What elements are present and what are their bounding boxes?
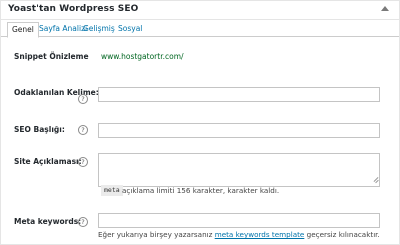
seo-title-input[interactable] [98,123,380,138]
tab-gelismis[interactable]: Gelişmiş [83,24,115,33]
metabox-title: Yoast'tan Wordpress SEO [8,4,139,14]
focus-keyword-input[interactable] [98,87,380,102]
seo-title-label: SEO Başlığı: [14,125,65,134]
meta-keywords-note-after: geçersiz kılınacaktır. [304,230,380,239]
meta-keywords-input[interactable] [98,213,380,228]
meta-keywords-label: Meta keywords: [14,217,82,226]
textarea-resize-icon[interactable] [372,176,379,183]
tab-genel[interactable]: Genel [7,22,39,38]
snippet-preview-url: www.hostgatortr.com/ [101,52,184,61]
metabox-header: Yoast'tan Wordpress SEO [1,1,399,20]
seo-title-help-icon[interactable]: ? [78,125,88,135]
tab-sosyal[interactable]: Sosyal [118,24,142,33]
meta-description-label: Site Açıklaması: [14,157,82,166]
meta-keywords-note: Eğer yukarıya birşey yazarsanız meta key… [98,230,380,239]
meta-keywords-note-before: Eğer yukarıya birşey yazarsanız [98,230,215,239]
tab-bar: Genel Sayfa Analizi Gelişmiş Sosyal [1,20,399,38]
meta-description-help-icon[interactable]: ? [78,157,88,167]
tab-sayfa-analizi[interactable]: Sayfa Analizi [39,24,87,33]
snippet-preview-label: Snippet Önizleme [14,52,89,61]
meta-keywords-help-icon[interactable]: ? [78,217,88,227]
meta-keywords-template-link[interactable]: meta keywords template [215,230,305,239]
focus-keyword-help-icon[interactable]: ? [78,94,88,104]
seo-metabox: Yoast'tan Wordpress SEO Genel Sayfa Anal… [0,0,400,245]
meta-description-counter-note: açıklama limiti 156 karakter, karakter k… [122,186,280,195]
meta-code-tag: meta [101,185,123,196]
collapse-toggle-icon[interactable] [381,6,389,14]
meta-description-textarea[interactable] [98,153,380,187]
